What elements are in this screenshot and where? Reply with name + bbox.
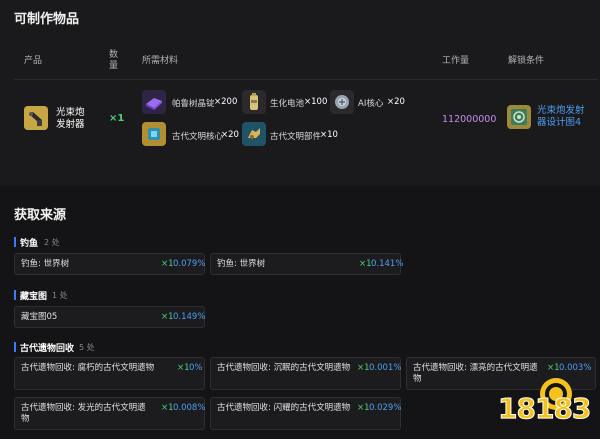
material-qty: ×200: [214, 97, 238, 107]
source-card[interactable]: 钓鱼: 世界树 ×1 0.079%: [14, 253, 205, 275]
header-workload: 工作量: [442, 56, 470, 66]
material-qty: ×100: [304, 97, 328, 107]
header-unlock: 解锁条件: [508, 56, 545, 66]
source-card[interactable]: 钓鱼: 世界树 ×1 0.141%: [210, 253, 404, 275]
source-pct: 0.001%: [369, 363, 402, 373]
header-quantity: 数 量: [109, 50, 119, 71]
source-name: 古代遗物回收: 腐朽的古代文明遗物: [21, 363, 155, 373]
source-pct: 0.029%: [369, 403, 402, 413]
source-qty: ×1: [357, 363, 370, 373]
source-card[interactable]: 古代遗物回收: 闪耀的古代文明遗物 ×1 0.029%: [210, 397, 401, 430]
watermark-text: 18183: [497, 392, 591, 426]
battery-icon[interactable]: [242, 90, 266, 114]
source-card[interactable]: 藏宝图05 ×1 0.149%: [14, 306, 205, 328]
blueprint-icon[interactable]: [507, 105, 531, 129]
unlock-link[interactable]: 光束炮发射 器设计图4: [537, 105, 597, 129]
ancient-core-icon[interactable]: [142, 122, 166, 146]
source-card[interactable]: 古代遗物回收: 发光的古代文明遗 物 ×1 0.008%: [14, 397, 205, 430]
ancient-part-icon[interactable]: [242, 122, 266, 146]
source-pct: 0.149%: [173, 312, 206, 322]
source-pct: 0.141%: [371, 259, 404, 269]
source-name: 藏宝图05: [21, 312, 58, 322]
ai-core-icon[interactable]: [330, 90, 354, 114]
material-name: 古代文明核心: [172, 132, 224, 142]
product-name[interactable]: 光束炮 发射器: [56, 107, 90, 131]
header-divider: [14, 79, 598, 80]
sources-title: 获取来源: [14, 208, 67, 223]
material-qty: ×20: [387, 97, 405, 107]
group-label-fishing: 钓鱼: [14, 236, 38, 249]
material-name: AI核心: [358, 99, 384, 109]
source-qty: ×1: [359, 259, 372, 269]
group-label-treasure: 藏宝图: [14, 289, 47, 302]
source-qty: ×1: [357, 403, 370, 413]
product-quantity: ×1: [109, 113, 125, 124]
source-qty: ×1: [161, 312, 174, 322]
crystal-ingot-icon[interactable]: [142, 90, 166, 114]
group-label-relic: 古代遗物回收: [14, 341, 74, 354]
material-qty: ×10: [320, 130, 338, 140]
watermark-logo: 18183: [496, 372, 596, 436]
source-qty: ×1: [177, 363, 190, 373]
group-count: 1 处: [52, 291, 68, 300]
source-qty: ×1: [161, 259, 174, 269]
material-qty: ×20: [221, 130, 239, 140]
source-name: 古代遗物回收: 发光的古代文明遗 物: [21, 403, 146, 424]
group-count: 5 处: [79, 343, 95, 352]
workload-value: 112000000: [442, 114, 497, 125]
source-card[interactable]: 古代遗物回收: 腐朽的古代文明遗物 ×1 0%: [14, 357, 205, 390]
material-name: 生化电池: [270, 99, 305, 109]
cannon-icon[interactable]: [24, 106, 48, 130]
header-product: 产品: [24, 56, 43, 66]
group-count: 2 处: [44, 238, 60, 247]
material-name: 帕鲁树晶锭: [172, 99, 215, 109]
material-name: 古代文明部件: [270, 132, 322, 142]
source-qty: ×1: [161, 403, 174, 413]
source-name: 钓鱼: 世界树: [21, 259, 70, 269]
source-name: 古代遗物回收: 闪耀的古代文明遗物: [217, 403, 351, 413]
header-materials: 所需材料: [142, 56, 179, 66]
source-pct: 0.079%: [173, 259, 206, 269]
source-name: 古代遗物回收: 沉眠的古代文明遗物: [217, 363, 351, 373]
source-card[interactable]: 古代遗物回收: 沉眠的古代文明遗物 ×1 0.001%: [210, 357, 401, 390]
source-name: 钓鱼: 世界树: [217, 259, 266, 269]
craftable-panel: [0, 0, 600, 186]
craftable-title: 可制作物品: [14, 12, 80, 27]
source-pct: 0.008%: [173, 403, 206, 413]
source-pct: 0%: [189, 363, 203, 373]
